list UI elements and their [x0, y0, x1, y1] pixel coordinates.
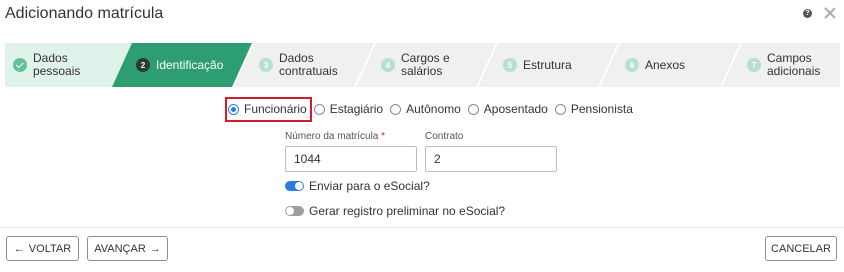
next-button[interactable]: AVANÇAR →: [87, 236, 168, 261]
esocial-toggle-label: Enviar para o eSocial?: [309, 179, 430, 193]
header-icons: ?: [803, 7, 836, 19]
radio-estagiario[interactable]: Estagiário: [313, 100, 384, 118]
required-marker: *: [381, 131, 386, 142]
radio-label: Autônomo: [406, 102, 461, 116]
step-dados-contratuais[interactable]: 3 Dados contratuais: [259, 43, 338, 87]
step-done-check-icon: [13, 58, 27, 72]
radio-label: Estagiário: [329, 102, 384, 116]
radio-circle[interactable]: [554, 103, 566, 115]
step-label: Identificação: [156, 57, 224, 72]
step-label: Anexos: [645, 57, 686, 72]
step-number: 7: [747, 58, 761, 72]
matricula-label: Número da matrícula *: [285, 131, 386, 142]
radio-circle[interactable]: [313, 103, 325, 115]
step-cargos-salarios[interactable]: 4 Cargos e salários: [381, 43, 450, 87]
employment-type-radio-group: Funcionário Estagiário Autônomo Aposenta…: [228, 100, 640, 118]
step-anexos[interactable]: 6 Anexos: [625, 43, 685, 87]
dialog-title: Adicionando matrícula: [5, 5, 164, 22]
radio-label: Pensionista: [570, 102, 633, 116]
step-label: Campos adicionais: [767, 51, 821, 78]
step-number: 6: [625, 58, 639, 72]
radio-autonomo[interactable]: Autônomo: [390, 100, 461, 118]
step-number: 4: [381, 58, 395, 72]
next-button-label: AVANÇAR: [94, 242, 146, 255]
wizard-stepper: Dados pessoais 2 Identificação 3 Dados con…: [5, 43, 840, 87]
radio-circle[interactable]: [390, 103, 402, 115]
cancel-button[interactable]: CANCELAR: [765, 236, 837, 261]
step-campos-adicionais[interactable]: 7 Campos adicionais: [747, 43, 820, 87]
radio-circle-checked[interactable]: [228, 103, 239, 115]
preliminar-toggle-row: Gerar registro preliminar no eSocial?: [285, 204, 505, 218]
arrow-left-icon: ←: [13, 242, 25, 255]
footer-divider: [0, 227, 844, 228]
radio-funcionario[interactable]: Funcionário: [228, 100, 307, 118]
step-identificacao[interactable]: 2 Identificação: [136, 43, 223, 87]
contrato-input[interactable]: [425, 146, 557, 172]
step-estrutura[interactable]: 5 Estrutura: [503, 43, 572, 87]
step-label: Dados pessoais: [33, 51, 81, 78]
step-label: Dados contratuais: [279, 51, 338, 78]
preliminar-toggle[interactable]: [285, 206, 304, 216]
arrow-right-icon: →: [149, 242, 161, 255]
step-dados-pessoais[interactable]: Dados pessoais: [13, 43, 80, 87]
radio-label: Aposentado: [483, 102, 548, 116]
back-button[interactable]: ← VOLTAR: [6, 236, 79, 261]
close-icon[interactable]: [824, 7, 836, 19]
radio-aposentado[interactable]: Aposentado: [467, 100, 548, 118]
step-number: 3: [259, 58, 273, 72]
radio-pensionista[interactable]: Pensionista: [554, 100, 633, 118]
esocial-toggle[interactable]: [285, 181, 304, 191]
radio-circle[interactable]: [467, 103, 479, 115]
step-label: Estrutura: [523, 57, 572, 72]
help-icon[interactable]: ?: [803, 8, 812, 18]
preliminar-toggle-label: Gerar registro preliminar no eSocial?: [309, 204, 506, 218]
step-label: Cargos e salários: [401, 51, 450, 78]
back-button-label: VOLTAR: [28, 242, 72, 255]
contrato-label: Contrato: [425, 131, 464, 142]
esocial-toggle-row: Enviar para o eSocial?: [285, 179, 430, 193]
step-number: 2: [136, 58, 150, 72]
matricula-input[interactable]: [285, 146, 417, 172]
cancel-button-label: CANCELAR: [771, 242, 831, 255]
radio-label: Funcionário: [244, 102, 307, 116]
step-number: 5: [503, 58, 517, 72]
